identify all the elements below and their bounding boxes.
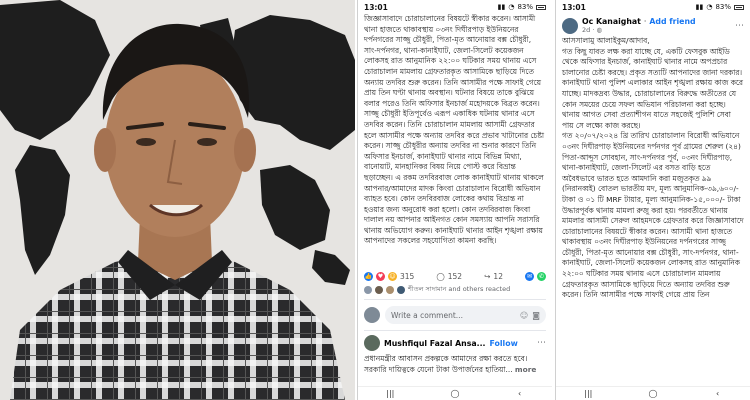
status-bar: 13:01 ▮▮ ◔ 83% xyxy=(556,0,750,14)
comment-input[interactable]: Write a comment... ☺ ◙ xyxy=(385,306,546,324)
reacted-by-row[interactable]: শীতল সাদামান and others reacted xyxy=(358,283,552,299)
author-name[interactable]: Mushfiqul Fazal Ansa... xyxy=(384,339,486,348)
post-body-text: জিজ্ঞাসাবাদে চোরাচালানের বিষয়টে স্বীকার… xyxy=(364,14,545,246)
share-stat[interactable]: ↪ 12 xyxy=(484,272,503,281)
android-nav-bar: ||| ◯ ‹ xyxy=(358,386,552,400)
comment-stat[interactable]: ◯ 152 xyxy=(436,272,462,281)
reactor-avatar xyxy=(397,285,405,294)
battery-icon xyxy=(734,4,744,10)
profile-photo xyxy=(0,0,355,400)
next-post-preview: প্রধানমন্ত্রীর আবাসন প্রকল্পকে আমাদের রক… xyxy=(358,354,552,375)
reacted-by-text: শীতল সাদামান and others reacted xyxy=(408,285,511,293)
person-portrait xyxy=(10,23,345,400)
home-icon[interactable]: ◯ xyxy=(647,389,659,398)
comment-composer: Write a comment... ☺ ◙ xyxy=(358,300,552,330)
camera-icon[interactable]: ◙ xyxy=(532,311,540,320)
messenger-icon: ✉ xyxy=(525,272,534,281)
author-avatar[interactable] xyxy=(562,17,578,34)
share-icon: ↪ xyxy=(484,272,491,281)
post-body-text: আসসালামু আলাইকুম/আদাব, গত কিছু যাবত লক্ষ… xyxy=(562,36,744,300)
share-count: 12 xyxy=(493,272,503,281)
author-avatar[interactable] xyxy=(364,335,380,351)
back-icon[interactable]: ‹ xyxy=(514,389,526,398)
wifi-icon: ◔ xyxy=(706,3,713,11)
whatsapp-icon: ✆ xyxy=(537,272,546,281)
more-options-icon[interactable]: ⋯ xyxy=(735,21,744,31)
reactions-bar: 👍 ♥ ☺ 315 ◯ 152 ↪ 12 ✉ ✆ xyxy=(358,268,552,283)
reactor-avatar xyxy=(364,285,372,294)
author-name[interactable]: Oc Kanaighat xyxy=(582,17,641,26)
status-icons: ▮▮ ◔ 83% xyxy=(498,3,546,11)
love-reaction-icon: ♥ xyxy=(376,272,385,281)
status-time: 13:01 xyxy=(562,2,586,12)
reaction-summary[interactable]: 👍 ♥ ☺ 315 xyxy=(364,272,414,281)
comment-placeholder: Write a comment... xyxy=(391,310,463,320)
emoji-icon[interactable]: ☺ xyxy=(520,311,528,320)
globe-icon: ◍ xyxy=(596,26,603,34)
follow-button[interactable]: Follow xyxy=(490,339,518,348)
battery-icon xyxy=(536,4,546,10)
see-more-link[interactable]: more xyxy=(515,365,536,374)
more-options-icon[interactable]: ⋯ xyxy=(537,338,546,348)
next-post-preview-text: প্রধানমন্ত্রীর আবাসন প্রকল্পকে আমাদের রক… xyxy=(364,354,528,374)
battery-percent: 83% xyxy=(517,3,533,11)
post-header: Oc Kanaighat · Add friend 2d · ◍ ⋯ xyxy=(556,14,750,36)
dot-separator: · xyxy=(643,17,647,26)
android-nav-bar: ||| ◯ ‹ xyxy=(556,386,750,400)
add-friend-button[interactable]: Add friend xyxy=(649,17,695,26)
status-bar: 13:01 ▮▮ ◔ 83% xyxy=(358,0,552,14)
next-post-header: Mushfiqul Fazal Ansa... Follow ⋯ xyxy=(358,331,552,354)
comment-icon: ◯ xyxy=(436,272,445,281)
status-time: 13:01 xyxy=(364,2,388,12)
facebook-post-screen-right: 13:01 ▮▮ ◔ 83% Oc Kanaighat · Add friend… xyxy=(555,0,750,400)
signal-icon: ▮▮ xyxy=(695,3,704,11)
reactor-avatar xyxy=(386,285,394,294)
recents-icon[interactable]: ||| xyxy=(384,389,396,398)
facebook-post-screen-middle: 13:01 ▮▮ ◔ 83% জিজ্ঞাসাবাদে চোরাচালানের … xyxy=(357,0,552,400)
comment-count: 152 xyxy=(447,272,463,281)
signal-icon: ▮▮ xyxy=(497,3,506,11)
wifi-icon: ◔ xyxy=(508,3,515,11)
home-icon[interactable]: ◯ xyxy=(449,389,461,398)
post-age: 2d · ◍ xyxy=(582,26,603,34)
reaction-count: 315 xyxy=(400,272,415,281)
like-reaction-icon: 👍 xyxy=(364,272,373,281)
haha-reaction-icon: ☺ xyxy=(388,272,397,281)
post-age-text: 2d xyxy=(582,26,591,34)
user-avatar xyxy=(364,307,380,323)
back-icon[interactable]: ‹ xyxy=(712,389,724,398)
reactor-avatar xyxy=(375,285,383,294)
send-stat[interactable]: ✉ ✆ xyxy=(525,272,546,281)
status-icons: ▮▮ ◔ 83% xyxy=(696,3,744,11)
battery-percent: 83% xyxy=(715,3,731,11)
recents-icon[interactable]: ||| xyxy=(582,389,594,398)
